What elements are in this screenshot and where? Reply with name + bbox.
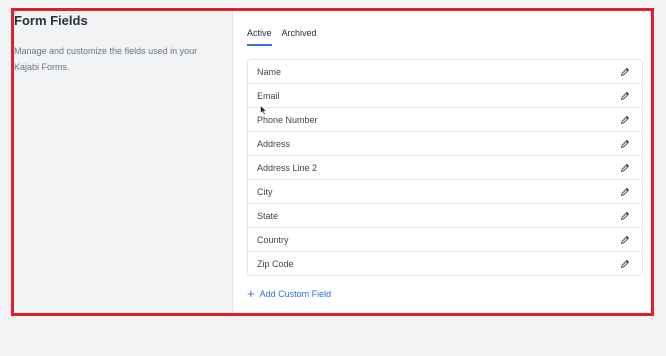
add-custom-field-button[interactable]: + Add Custom Field (247, 286, 332, 301)
field-label: Address (257, 138, 291, 149)
tab-active[interactable]: Active (247, 28, 272, 46)
field-label: Address Line 2 (257, 162, 318, 173)
field-label: Zip Code (257, 258, 294, 269)
field-label: Phone Number (257, 114, 318, 125)
field-row-email[interactable]: Email (248, 84, 642, 108)
settings-sidebar-panel: Form Fields Manage and customize the fie… (0, 0, 232, 356)
field-row-country[interactable]: Country (248, 228, 642, 252)
tab-archived[interactable]: Archived (282, 28, 317, 46)
field-label: State (257, 210, 279, 221)
pencil-icon[interactable] (618, 89, 632, 103)
pencil-icon[interactable] (618, 137, 632, 151)
field-label: Name (257, 66, 282, 77)
mouse-cursor-icon (260, 105, 268, 116)
field-row-city[interactable]: City (248, 180, 642, 204)
field-label: Email (257, 90, 280, 101)
field-list: Name Email Phone Number Address Address … (247, 59, 643, 276)
field-row-address-line-2[interactable]: Address Line 2 (248, 156, 642, 180)
pencil-icon[interactable] (618, 161, 632, 175)
form-fields-card: Active Archived Name Email Phone Number (232, 8, 653, 314)
field-row-state[interactable]: State (248, 204, 642, 228)
field-row-zip-code[interactable]: Zip Code (248, 252, 642, 275)
plus-icon: + (247, 286, 255, 301)
field-label: Country (257, 234, 289, 245)
pencil-icon[interactable] (618, 233, 632, 247)
field-label: City (257, 186, 273, 197)
pencil-icon[interactable] (618, 65, 632, 79)
pencil-icon[interactable] (618, 257, 632, 271)
field-row-phone-number[interactable]: Phone Number (248, 108, 642, 132)
status-tabs: Active Archived (247, 28, 317, 46)
pencil-icon[interactable] (618, 209, 632, 223)
form-fields-settings-page: Form Fields Manage and customize the fie… (0, 0, 666, 356)
pencil-icon[interactable] (618, 185, 632, 199)
field-row-name[interactable]: Name (248, 60, 642, 84)
field-row-address[interactable]: Address (248, 132, 642, 156)
add-custom-field-label: Add Custom Field (259, 289, 332, 299)
section-title: Form Fields (14, 13, 88, 28)
pencil-icon[interactable] (618, 113, 632, 127)
section-description: Manage and customize the fields used in … (14, 46, 198, 72)
